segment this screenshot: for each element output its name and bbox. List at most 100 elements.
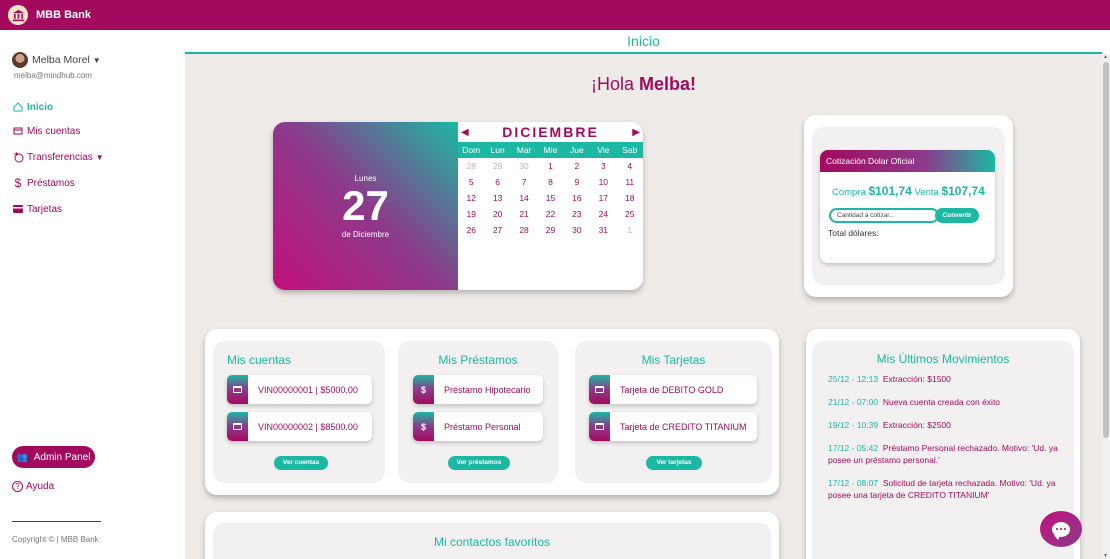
calendar-day[interactable]: 26 [458,223,484,238]
cards-column: Mis Tarjetas Tarjeta de DEBITO GOLD Tarj… [575,341,772,483]
calendar-day[interactable]: 15 [537,191,563,206]
calendar-month-header: ◀ DICIEMBRE ▶ [458,122,643,142]
dow-label: Jue [570,145,584,155]
credit-card-icon [12,205,24,213]
movement-time: 25/12 - 12:13 [828,374,879,384]
caret-down-icon: ▼ [92,55,101,65]
movement-item: 17/12 - 05:42 Préstamo Personal rechazad… [828,442,1068,466]
view-loans-button[interactable]: Ver préstamos [448,456,510,470]
calendar-day[interactable]: 14 [511,191,537,206]
calendar-day[interactable]: 29 [537,223,563,238]
calendar-day[interactable]: 2 [564,159,590,174]
movement-item: 21/12 - 07:00 Nueva cuenta creada con éx… [828,396,1068,408]
user-menu[interactable]: Melba Morel ▼ [12,52,101,68]
avatar [12,52,28,68]
calendar-day[interactable]: 24 [590,207,616,222]
movement-item: 17/12 - 08:07 Solicitud de tarjeta recha… [828,477,1068,501]
sell-label: Venta [914,187,939,198]
calendar-date-text: de Diciembre [341,230,390,239]
admin-panel-label: Admin Panel [33,451,91,463]
calendar-day[interactable]: 17 [590,191,616,206]
calendar-day[interactable]: 7 [511,175,537,190]
bank-logo-icon[interactable] [8,5,28,25]
scroll-up-icon[interactable]: ▲ [1103,54,1108,60]
calendar-week-row: 19 20 21 22 23 24 25 [458,207,643,222]
dollar-quote-title: Cotización Dolar Oficial [820,150,995,172]
divider [12,521,101,522]
scroll-down-icon[interactable]: ▼ [1103,553,1108,559]
movements-inner: Mis Últimos Movimientos 25/12 - 12:13 Ex… [812,341,1074,559]
calendar-day[interactable]: 21 [511,207,537,222]
sidebar-item-mis-cuentas[interactable]: Mis cuentas [12,124,104,138]
dollar-icon: $ [413,375,434,404]
calendar-day[interactable]: 18 [617,191,643,206]
sidebar-item-label: Transferencias [27,151,93,163]
credit-card-icon [589,375,610,404]
account-item[interactable]: VIN00000001 | $5000.00 [227,375,372,404]
chat-button[interactable] [1040,511,1082,547]
movement-text: Nueva cuenta creada con éxito [882,397,1001,407]
calendar-day[interactable]: 31 [590,223,616,238]
calendar-day[interactable]: 30 [511,159,537,174]
calendar-day[interactable]: 25 [617,207,643,222]
calendar-day[interactable]: 11 [617,175,643,190]
movements-title: Mis Últimos Movimientos [876,352,1010,366]
calendar-day[interactable]: 6 [484,175,510,190]
scrollbar[interactable]: ▲ ▼ [1102,54,1110,559]
calendar-day[interactable]: 9 [564,175,590,190]
calendar-day[interactable]: 8 [537,175,563,190]
calendar-day[interactable]: 10 [590,175,616,190]
amount-input[interactable]: Cantidad a cotizar... [829,208,939,223]
calendar-day[interactable]: 1 [537,159,563,174]
calendar-day[interactable]: 23 [564,207,590,222]
greeting-name: Melba! [639,74,697,94]
calendar-day[interactable]: 4 [617,159,643,174]
sidebar-item-label: Mis cuentas [27,125,81,137]
movement-time: 19/12 - 10:39 [828,420,879,430]
calendar-day[interactable]: 1 [617,223,643,238]
loans-column: Mis Préstamos $ Préstamo Hipotecario $ P… [398,341,558,483]
sidebar-item-transferencias[interactable]: Transferencias ▼ [12,150,104,164]
convert-button[interactable]: Convertir [935,208,979,223]
greeting-prefix: ¡Hola [590,74,639,94]
movement-time: 17/12 - 08:07 [828,478,879,488]
help-link[interactable]: ? Ayuda [12,481,54,492]
prev-month-icon[interactable]: ◀ [461,127,469,138]
calendar-day[interactable]: 29 [484,159,510,174]
calendar-day[interactable]: 19 [458,207,484,222]
calendar-week-row: 26 27 28 29 30 31 1 [458,223,643,238]
movement-time: 17/12 - 05:42 [828,443,879,453]
contacts-title: Mi contactos favoritos [433,535,551,549]
movement-item: 25/12 - 12:13 Extracción: $1500 [828,373,1068,385]
calendar-day[interactable]: 27 [484,223,510,238]
account-item[interactable]: VIN00000002 | $8500.00 [227,412,372,441]
calendar-day[interactable]: 30 [564,223,590,238]
next-month-icon[interactable]: ▶ [632,127,640,138]
dow-label: Mar [516,145,532,155]
calendar-day[interactable]: 16 [564,191,590,206]
scroll-thumb[interactable] [1103,62,1109,438]
sidebar-item-tarjetas[interactable]: Tarjetas [12,202,104,216]
calendar-day[interactable]: 3 [590,159,616,174]
calendar-day[interactable]: 20 [484,207,510,222]
view-cards-button[interactable]: Ver tarjetas [646,456,702,470]
credit-card-icon [589,412,610,441]
user-name: Melba Morel [32,54,90,66]
sidebar-item-inicio[interactable]: Inicio [12,100,104,114]
view-accounts-button[interactable]: Ver cuentas [274,456,328,470]
card-item[interactable]: Tarjeta de DEBITO GOLD [589,375,757,404]
admin-panel-button[interactable]: 👥 Admin Panel [12,446,95,468]
top-bar: MBB Bank [0,0,1110,30]
calendar-day[interactable]: 12 [458,191,484,206]
loan-item[interactable]: $ Préstamo Hipotecario [413,375,543,404]
calendar-day[interactable]: 5 [458,175,484,190]
sidebar-item-prestamos[interactable]: $ Préstamos [12,176,104,190]
sidebar: Melba Morel ▼ melba@mindhub.com Inicio M… [0,30,185,559]
transfer-icon [12,151,24,163]
loan-item[interactable]: $ Préstamo Personal [413,412,543,441]
calendar-day[interactable]: 28 [511,223,537,238]
calendar-day[interactable]: 28 [458,159,484,174]
calendar-day[interactable]: 22 [537,207,563,222]
calendar-day[interactable]: 13 [484,191,510,206]
card-item[interactable]: Tarjeta de CREDITO TITANIUM [589,412,757,441]
